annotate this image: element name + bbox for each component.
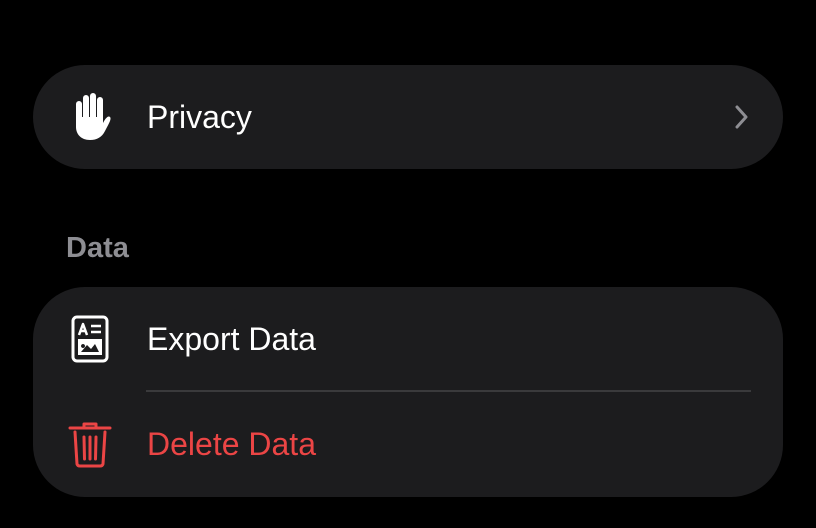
data-card: Export Data Delete Data [33,287,783,497]
hand-raised-icon [76,93,111,140]
data-section-header: Data [66,232,129,264]
trash-icon [68,422,112,468]
privacy-card: Privacy [33,65,783,169]
export-data-row[interactable]: Export Data [33,287,783,392]
privacy-label: Privacy [147,99,252,135]
delete-data-row[interactable]: Delete Data [33,392,783,496]
privacy-row[interactable]: Privacy [33,65,783,169]
export-data-label: Export Data [147,321,316,357]
document-export-icon [71,315,109,363]
chevron-right-icon [735,105,748,129]
delete-data-label: Delete Data [147,426,316,462]
